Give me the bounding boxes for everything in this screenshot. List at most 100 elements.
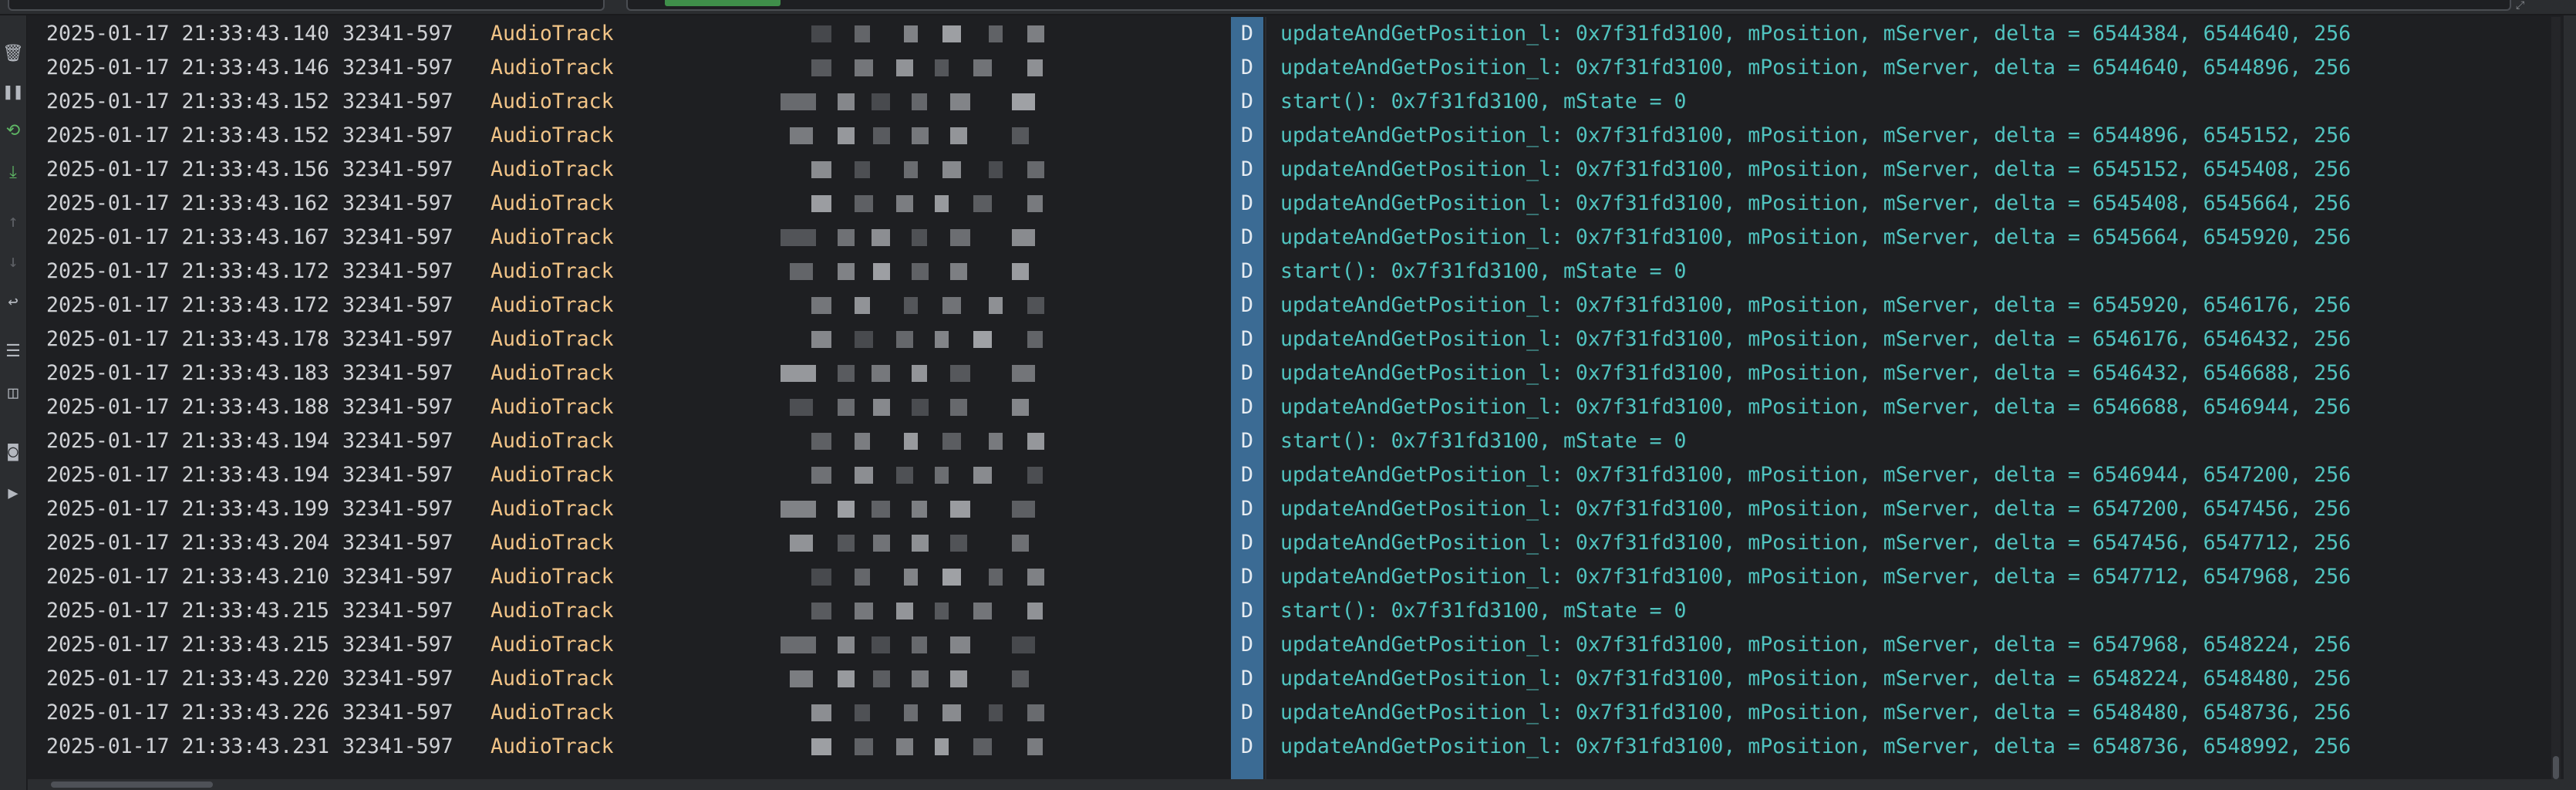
log-pid: 32341-597 [342,701,453,724]
redaction-block [950,399,967,416]
log-row[interactable]: 2025-01-17 21:33:43.183 32341-597 AudioTra… [28,356,2564,390]
redaction-block [950,229,970,246]
log-tag: AudioTrack [491,327,614,351]
redaction-block [912,365,927,382]
redaction-block [989,433,1003,450]
horizontal-scroll-thumb[interactable] [51,782,213,788]
redaction-block [950,670,967,687]
redaction-block [950,501,970,518]
redaction-block [790,399,813,416]
redaction-block [790,670,813,687]
log-row[interactable]: 2025-01-17 21:33:43.188 32341-597 AudioTra… [28,390,2564,424]
log-tag: AudioTrack [491,633,614,657]
log-row[interactable]: 2025-01-17 21:33:43.220 32341-597 AudioTra… [28,662,2564,696]
redacted-package-name [781,430,1067,452]
redaction-block [896,603,913,620]
pause-icon[interactable]: ❚❚ [0,77,26,108]
log-row[interactable]: 2025-01-17 21:33:43.204 32341-597 AudioTra… [28,526,2564,560]
log-pid: 32341-597 [342,361,453,385]
split-view-icon[interactable]: ◫ [0,378,26,409]
redacted-package-name [781,125,1067,147]
horizontal-scrollbar[interactable] [28,779,2564,790]
log-timestamp: 2025-01-17 21:33:43.172 [46,293,329,317]
redacted-package-name [781,634,1067,656]
log-row[interactable]: 2025-01-17 21:33:43.156 32341-597 AudioTra… [28,153,2564,187]
log-view[interactable]: 2025-01-17 21:33:43.140 32341-597 AudioTra… [28,17,2564,779]
log-row[interactable]: 2025-01-17 21:33:43.140 32341-597 AudioTra… [28,17,2564,51]
redaction-block [838,127,855,144]
redaction-block [1027,704,1044,721]
log-level-badge: D [1231,255,1263,289]
redaction-block [838,535,855,552]
redaction-block [1012,501,1035,518]
log-timestamp: 2025-01-17 21:33:43.215 [46,599,329,623]
redaction-block [912,229,927,246]
log-row[interactable]: 2025-01-17 21:33:43.162 32341-597 AudioTra… [28,187,2564,221]
redaction-block [838,636,855,653]
redaction-block [872,636,890,653]
log-level-badge: D [1231,289,1263,322]
redaction-block [873,670,890,687]
log-row[interactable]: 2025-01-17 21:33:43.172 32341-597 AudioTra… [28,255,2564,289]
screenshot-icon[interactable]: ◙ [0,437,26,468]
log-pid: 32341-597 [342,599,453,623]
trash-icon[interactable]: 🗑 [0,39,26,69]
up-arrow-icon[interactable]: ↑ [0,207,26,238]
redacted-package-name [781,702,1067,724]
log-row[interactable]: 2025-01-17 21:33:43.146 32341-597 AudioTra… [28,51,2564,85]
restart-icon[interactable]: ⟲ [0,116,26,147]
log-level-badge: D [1231,594,1263,628]
redaction-block [838,399,855,416]
redaction-block [912,93,927,110]
log-tag: AudioTrack [491,22,614,46]
log-level-badge: D [1231,628,1263,662]
redaction-block [873,535,890,552]
log-pid: 32341-597 [342,327,453,351]
scroll-to-end-icon[interactable]: ⤓ [0,157,26,188]
log-timestamp: 2025-01-17 21:33:43.231 [46,734,329,758]
filter-settings-icon[interactable]: ☰ [0,336,26,367]
redaction-block [1027,433,1044,450]
log-tag: AudioTrack [491,361,614,385]
log-row[interactable]: 2025-01-17 21:33:43.152 32341-597 AudioTra… [28,85,2564,119]
log-row[interactable]: 2025-01-17 21:33:43.215 32341-597 AudioTra… [28,594,2564,628]
redaction-block [950,535,967,552]
redaction-block [872,365,890,382]
soft-wrap-icon[interactable]: ↩ [0,287,26,318]
log-row[interactable]: 2025-01-17 21:33:43.194 32341-597 AudioTra… [28,424,2564,458]
log-row[interactable]: 2025-01-17 21:33:43.215 32341-597 AudioTra… [28,628,2564,662]
log-row[interactable]: 2025-01-17 21:33:43.231 32341-597 AudioTra… [28,730,2564,764]
filter-input[interactable] [626,0,2511,11]
log-row[interactable]: 2025-01-17 21:33:43.178 32341-597 AudioTra… [28,322,2564,356]
redaction-block [855,467,873,484]
log-row[interactable]: 2025-01-17 21:33:43.194 32341-597 AudioTra… [28,458,2564,492]
expand-icon[interactable]: ⤢ [2516,0,2533,11]
log-row[interactable]: 2025-01-17 21:33:43.199 32341-597 AudioTra… [28,492,2564,526]
redacted-package-name [781,159,1067,181]
log-level-badge: D [1231,356,1263,390]
log-row[interactable]: 2025-01-17 21:33:43.226 32341-597 AudioTra… [28,696,2564,730]
redaction-block [989,297,1003,314]
log-row[interactable]: 2025-01-17 21:33:43.167 32341-597 AudioTra… [28,221,2564,255]
log-pid: 32341-597 [342,429,453,453]
redaction-block [855,433,870,450]
log-row[interactable]: 2025-01-17 21:33:43.172 32341-597 AudioTra… [28,289,2564,322]
device-selector[interactable] [8,0,605,11]
log-timestamp: 2025-01-17 21:33:43.156 [46,157,329,181]
screen-record-icon[interactable]: ▶ [0,478,26,509]
redaction-block [811,195,831,212]
redacted-package-name [781,566,1067,588]
redaction-block [855,161,870,178]
log-timestamp: 2025-01-17 21:33:43.220 [46,667,329,690]
redaction-block [973,738,992,755]
log-row[interactable]: 2025-01-17 21:33:43.210 32341-597 AudioTra… [28,560,2564,594]
down-arrow-icon[interactable]: ↓ [0,247,26,278]
log-message: updateAndGetPosition_l: 0x7f31fd3100, mP… [1280,565,2352,589]
log-row[interactable]: 2025-01-17 21:33:43.152 32341-597 AudioTra… [28,119,2564,153]
log-message: updateAndGetPosition_l: 0x7f31fd3100, mP… [1280,734,2352,758]
log-pid: 32341-597 [342,463,453,487]
redaction-block [904,433,918,450]
redaction-block [1012,127,1029,144]
log-level-badge: D [1231,51,1263,85]
redaction-block [872,93,890,110]
